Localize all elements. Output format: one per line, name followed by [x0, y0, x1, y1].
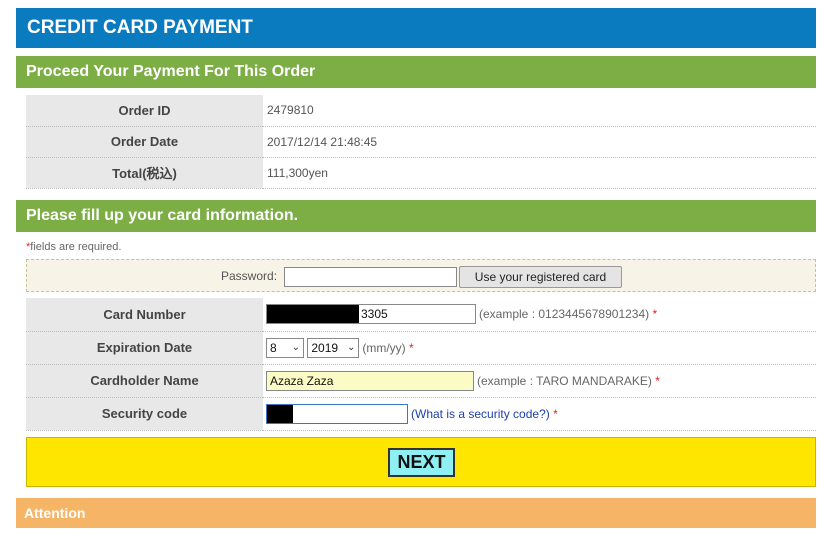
card-section-title: Please fill up your card information. — [16, 200, 816, 232]
order-id-value: 2479810 — [263, 95, 816, 127]
cardholder-name-input[interactable]: Azaza Zaza — [266, 370, 474, 391]
chevron-down-icon: ⌄ — [291, 341, 300, 353]
card-number-hint: (example : 0123445678901234) * — [479, 307, 658, 322]
total-value: 111,300yen — [263, 157, 816, 189]
next-area: NEXT — [26, 437, 816, 487]
use-registered-card-button[interactable]: Use your registered card — [459, 266, 622, 288]
password-box: Password: Use your registered card — [26, 259, 816, 292]
redaction-mask — [267, 305, 359, 324]
order-section-title: Proceed Your Payment For This Order — [16, 56, 816, 88]
security-code-hint: (What is a security code?) * — [411, 406, 558, 421]
required-note-text: fields are required. — [30, 241, 122, 253]
card-number-label: Card Number — [26, 298, 263, 332]
table-row: Expiration Date 8 ⌄ 2019 ⌄ (mm/yy) * — [26, 331, 816, 365]
security-code-input[interactable] — [266, 403, 408, 424]
security-code-label: Security code — [26, 397, 263, 431]
order-date-label: Order Date — [26, 126, 263, 158]
table-row: Security code (What is a security code?)… — [26, 397, 816, 431]
expiration-hint: (mm/yy) * — [362, 340, 414, 355]
table-row: Order ID 2479810 — [26, 95, 816, 127]
expiration-year-select[interactable]: 2019 ⌄ — [307, 337, 360, 358]
cardholder-label: Cardholder Name — [26, 364, 263, 398]
card-number-input[interactable]: 3305 — [266, 304, 476, 325]
card-info-table: Card Number 3305 (example : 012344567890… — [26, 298, 816, 431]
table-row: Order Date 2017/12/14 21:48:45 — [26, 126, 816, 158]
order-date-value: 2017/12/14 21:48:45 — [263, 126, 816, 158]
required-note: *fields are required. — [26, 241, 121, 253]
chevron-down-icon: ⌄ — [346, 341, 356, 353]
cardholder-hint: (example : TARO MANDARAKE) * — [477, 373, 660, 388]
order-id-label: Order ID — [26, 95, 263, 127]
password-input[interactable] — [284, 267, 457, 287]
security-code-help-link[interactable]: (What is a security code?) — [411, 407, 550, 421]
table-row: Card Number 3305 (example : 012344567890… — [26, 298, 816, 332]
table-row: Total(税込) 111,300yen — [26, 157, 816, 189]
password-label: Password: — [221, 269, 278, 283]
expiration-label: Expiration Date — [26, 331, 263, 365]
table-row: Cardholder Name Azaza Zaza (example : TAR… — [26, 364, 816, 398]
page-header: CREDIT CARD PAYMENT — [16, 8, 816, 48]
expiration-month-select[interactable]: 8 ⌄ — [266, 337, 304, 358]
total-label: Total(税込) — [26, 157, 263, 189]
card-number-visible-digits: 3305 — [361, 307, 388, 322]
redaction-mask — [267, 404, 293, 423]
order-info-table: Order ID 2479810 Order Date 2017/12/14 2… — [26, 95, 816, 189]
next-button[interactable]: NEXT — [388, 448, 455, 477]
attention-title: Attention — [16, 498, 816, 528]
